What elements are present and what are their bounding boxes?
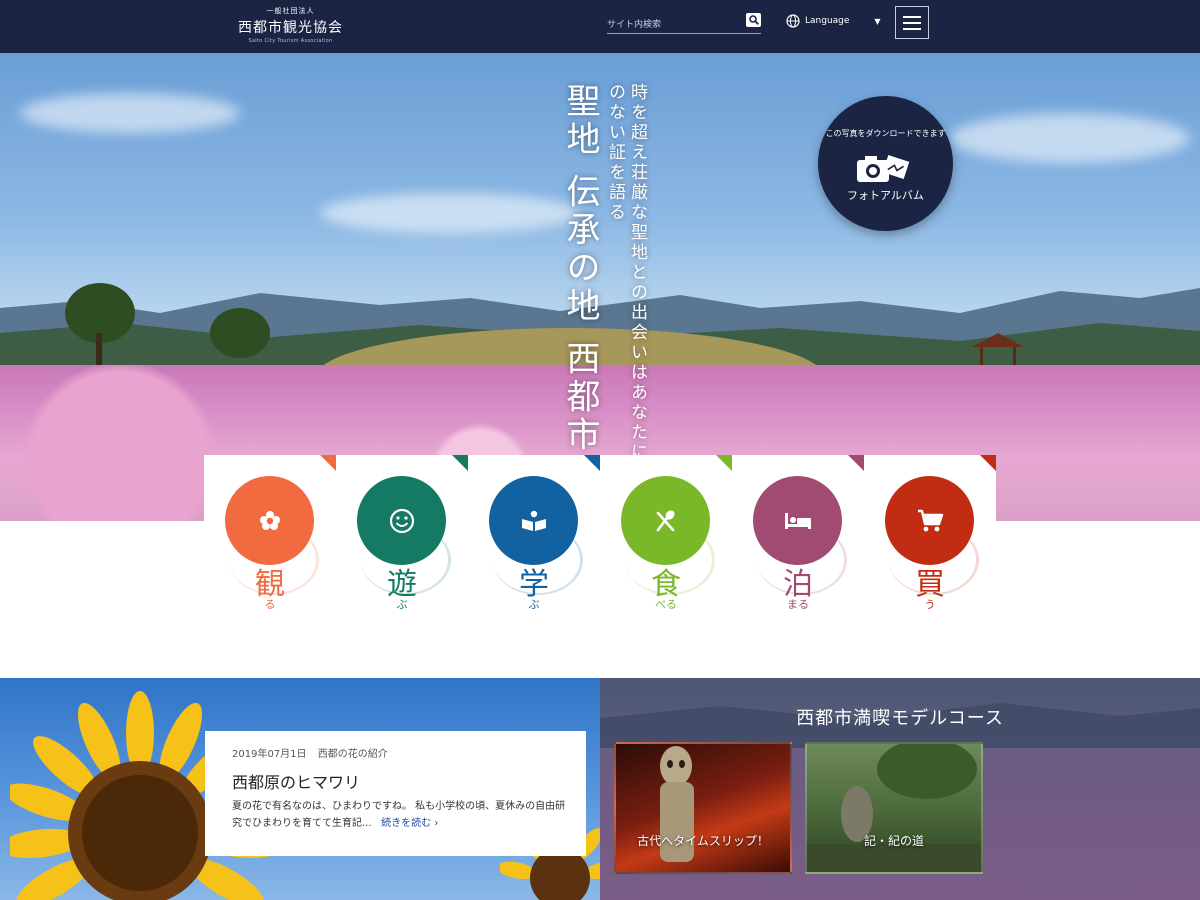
logo-subtitle: 一般社団法人	[266, 7, 315, 15]
hero-catchphrase: 聖地 伝承の地 西都市	[560, 83, 600, 455]
read-more-link[interactable]: 続きを読む ›	[375, 818, 439, 829]
globe-icon	[786, 14, 800, 28]
news-meta: 2019年07月1日 西都の花の紹介	[232, 745, 388, 760]
category-kana: まる	[787, 598, 809, 611]
corner-accent	[980, 455, 996, 471]
category-circle	[225, 476, 314, 565]
category-nav: 観 る 遊 ぶ 学 ぶ 食 べる 泊 まる 買 う	[204, 455, 996, 615]
category-circle	[753, 476, 842, 565]
photo-album-label: フォトアルバム	[847, 189, 924, 202]
hamburger-icon	[903, 15, 921, 18]
category-kau[interactable]: 買 う	[864, 455, 996, 615]
bed-icon	[784, 512, 811, 529]
category-circle	[621, 476, 710, 565]
site-logo[interactable]: 一般社団法人 西都市観光協会 Saito City Tourism Associ…	[238, 6, 343, 44]
category-tomaru[interactable]: 泊 まる	[732, 455, 864, 615]
category-circle	[489, 476, 578, 565]
menu-button[interactable]	[895, 6, 929, 39]
corner-accent	[584, 455, 600, 471]
flower-icon	[259, 510, 280, 530]
garden-stone-image	[807, 744, 981, 872]
category-kana: ぶ	[528, 598, 540, 611]
chevron-right-icon: ›	[434, 818, 439, 829]
category-circle	[885, 476, 974, 565]
category-miru[interactable]: 観 る	[204, 455, 336, 615]
news-category[interactable]: 西都の花の紹介	[318, 749, 388, 760]
course-card-ancient[interactable]: 古代へタイムスリップ！	[614, 742, 792, 874]
category-manabu[interactable]: 学 ぶ	[468, 455, 600, 615]
haniwa-figure-image	[660, 746, 694, 862]
site-search	[607, 12, 761, 35]
language-selector[interactable]: Language ▼	[786, 14, 881, 28]
category-kana: べる	[655, 598, 677, 611]
cloud	[320, 193, 580, 233]
hamburger-icon-bar	[903, 27, 921, 30]
smile-icon	[389, 508, 414, 533]
logo-english: Saito City Tourism Association	[248, 38, 333, 44]
category-kana: う	[924, 598, 936, 611]
category-kana: る	[264, 598, 276, 611]
course-card-kiki-road[interactable]: 記・紀の道	[805, 742, 983, 874]
category-circle	[357, 476, 446, 565]
news-excerpt: 夏の花で有名なのは、ひまわりですね。 私も小学校の頃、夏休みの自由研究でひまわり…	[232, 798, 572, 832]
corner-accent	[716, 455, 732, 471]
news-card[interactable]: 2019年07月1日 西都の花の紹介 西都原のヒマワリ 夏の花で有名なのは、ひま…	[205, 731, 586, 856]
cart-icon	[917, 509, 943, 531]
category-taberu[interactable]: 食 べる	[600, 455, 732, 615]
cloud	[20, 93, 240, 133]
camera-icon	[857, 155, 910, 182]
corner-accent	[848, 455, 864, 471]
caret-down-icon: ▼	[874, 16, 881, 26]
photo-album-caption: この写真をダウンロードできます	[825, 129, 946, 138]
read-more-label: 続きを読む	[381, 818, 432, 829]
book-icon	[521, 510, 546, 531]
search-input[interactable]	[607, 15, 737, 35]
photo-album-button[interactable]: この写真をダウンロードできます フォトアルバム	[818, 96, 953, 231]
search-button[interactable]	[746, 13, 761, 27]
news-date: 2019年07月1日	[232, 749, 307, 760]
cloud	[950, 113, 1190, 163]
corner-accent	[320, 455, 336, 471]
pavilion	[972, 333, 1024, 365]
magnifier-icon	[748, 15, 759, 25]
language-label: Language	[805, 16, 850, 26]
model-course-title: 西都市満喫モデルコース	[796, 708, 1004, 729]
course-card-label: 古代へタイムスリップ！	[637, 834, 769, 848]
course-card-label: 記・紀の道	[863, 834, 924, 848]
logo-title: 西都市観光協会	[238, 20, 343, 36]
hero-banner: 聖地 伝承の地 西都市 時を超え荘厳な聖地との出会いはあなたに比類のない証を語る…	[0, 53, 1200, 521]
corner-accent	[452, 455, 468, 471]
hamburger-icon-bar	[903, 21, 921, 24]
news-title[interactable]: 西都原のヒマワリ	[232, 769, 360, 793]
fork-spoon-icon	[656, 509, 674, 531]
model-course-panel: 西都市満喫モデルコース 古代へタイムスリップ！ 記・紀の道	[600, 678, 1200, 900]
category-asobu[interactable]: 遊 ぶ	[336, 455, 468, 615]
site-header: 一般社団法人 西都市観光協会 Saito City Tourism Associ…	[0, 0, 1200, 53]
category-kana: ぶ	[396, 598, 408, 611]
